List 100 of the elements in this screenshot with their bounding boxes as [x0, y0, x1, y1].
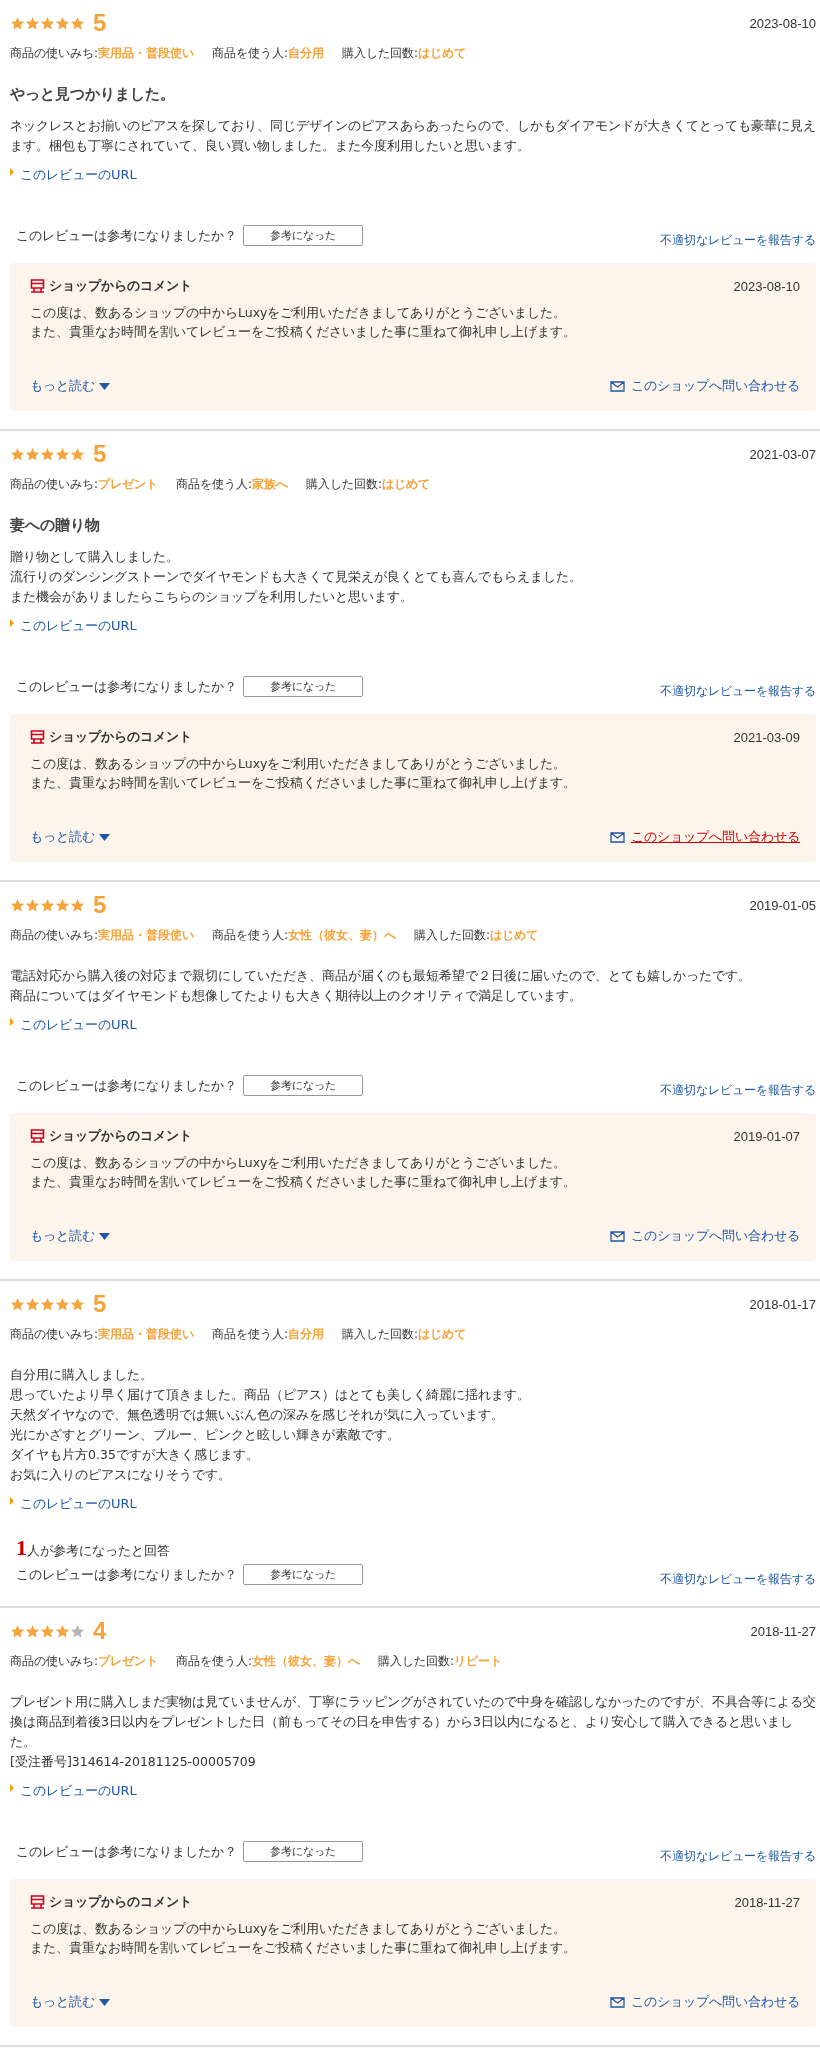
star-icon — [10, 446, 25, 462]
report-link[interactable]: 不適切なレビューを報告する — [660, 1848, 816, 1865]
review-text: 贈り物として購入しました。 — [10, 548, 180, 566]
rating-score: 4 — [93, 1617, 107, 1645]
review-attribute: 購入した回数:はじめて — [342, 45, 467, 62]
helpful-count-label: 人が参考になったと回答 — [27, 1543, 170, 1560]
review-text: [受注番号]314614-20181125-00005709 — [10, 1753, 257, 1771]
star-icon — [10, 897, 25, 913]
star-icon — [55, 1296, 70, 1312]
review-attribute: 購入した回数:リピート — [378, 1653, 503, 1670]
review-text: 自分用に購入しました。 — [10, 1366, 154, 1384]
review-attribute: 商品を使う人:女性（彼女、妻）へ — [212, 927, 397, 944]
caret-icon — [10, 619, 14, 627]
star-icon — [40, 1623, 55, 1639]
star-icon — [25, 15, 40, 31]
review-attribute: 商品の使いみち:プレゼント — [10, 476, 159, 493]
helpful-button[interactable]: 参考になった — [243, 225, 363, 246]
review-date: 2019-01-05 — [749, 897, 816, 913]
helpful-button[interactable]: 参考になった — [243, 1564, 363, 1585]
review-text: 天然ダイヤなので、無色透明では無いぶん色の深みを感じそれが気に入っています。 — [10, 1406, 505, 1424]
envelope-icon — [610, 1230, 625, 1242]
contact-shop-link[interactable]: このショップへ問い合わせる — [610, 1993, 800, 2011]
review-date: 2021-03-07 — [749, 446, 816, 462]
contact-shop-link[interactable]: このショップへ問い合わせる — [610, 828, 800, 846]
review-text: お気に入りのピアスになりそうです。 — [10, 1466, 232, 1484]
report-link[interactable]: 不適切なレビューを報告する — [660, 683, 816, 700]
shop-comment-date: 2021-03-09 — [733, 729, 800, 745]
read-more-link[interactable]: もっと読む — [30, 828, 110, 846]
caret-icon — [10, 1497, 14, 1505]
review-url-link[interactable]: このレビューのURL — [20, 1782, 137, 1800]
report-link[interactable]: 不適切なレビューを報告する — [660, 1571, 816, 1588]
star-icon — [10, 1296, 25, 1312]
shop-comment-heading: ショップからのコメント — [49, 1127, 192, 1145]
caret-icon — [10, 168, 14, 176]
report-link[interactable]: 不適切なレビューを報告する — [660, 1082, 816, 1099]
review-date: 2018-01-17 — [749, 1296, 816, 1312]
review-attribute: 購入した回数:はじめて — [342, 1326, 467, 1343]
contact-shop-link[interactable]: このショップへ問い合わせる — [610, 377, 800, 395]
review-attribute: 商品の使いみち:実用品・普段使い — [10, 45, 195, 62]
helpful-question: このレビューは参考になりましたか？ — [16, 1842, 237, 1861]
review-attribute: 商品を使う人:女性（彼女、妻）へ — [176, 1653, 361, 1670]
shop-comment-text: また、貴重なお時間を割いてレビューをご投稿くださいました事に重ねて御礼申し上げます。 — [30, 1939, 577, 1957]
contact-shop-link[interactable]: このショップへ問い合わせる — [610, 1227, 800, 1245]
review-attribute: 購入した回数:はじめて — [306, 476, 431, 493]
envelope-icon — [610, 380, 625, 392]
shop-comment-date: 2018-11-27 — [734, 1894, 800, 1910]
helpful-button[interactable]: 参考になった — [243, 1841, 363, 1862]
rating-score: 5 — [93, 891, 107, 919]
shop-comment-text: この度は、数あるショップの中からLuxyをご利用いただきましてありがとうございました。 — [30, 1920, 568, 1938]
shop-comment-heading: ショップからのコメント — [49, 1893, 192, 1911]
review-url-link[interactable]: このレビューのURL — [20, 1016, 137, 1034]
shop-comment-text: この度は、数あるショップの中からLuxyをご利用いただきましてありがとうございました。 — [30, 304, 568, 322]
review-attribute: 商品の使いみち:実用品・普段使い — [10, 1326, 195, 1343]
review-text: また機会がありましたらこちらのショップを利用したいと思います。 — [10, 588, 414, 606]
rating-score: 5 — [93, 9, 107, 37]
star-icon — [10, 15, 25, 31]
shop-comment-heading: ショップからのコメント — [49, 728, 192, 746]
review-title: やっと見つかりました。 — [10, 85, 176, 104]
shop-icon — [30, 730, 45, 744]
star-icon — [40, 897, 55, 913]
star-icon — [70, 15, 85, 31]
shop-comment-text: この度は、数あるショップの中からLuxyをご利用いただきましてありがとうございました。 — [30, 1154, 568, 1172]
helpful-button[interactable]: 参考になった — [243, 676, 363, 697]
star-icon — [25, 1623, 40, 1639]
review-url-link[interactable]: このレビューのURL — [20, 166, 137, 184]
helpful-question: このレビューは参考になりましたか？ — [16, 226, 237, 245]
review-text: プレゼント用に購入しまだ実物は見ていませんが、丁寧にラッピングがされていたので中身を確認しなかったのですが、不具合等による交換は商品到着後3日以内をプレゼントした日（前もってその日を申告する）から3日以内になると、より安心して購入できると思いました。 — [10, 1693, 816, 1751]
star-icon — [25, 897, 40, 913]
star-icon — [40, 1296, 55, 1312]
shop-icon — [30, 1129, 45, 1143]
star-icon — [70, 446, 85, 462]
review-text: 商品についてはダイヤモンドも想像してたよりも大きく期待以上のクオリティで満足しています。 — [10, 987, 583, 1005]
review-attribute: 購入した回数:はじめて — [414, 927, 539, 944]
rating-score: 5 — [93, 440, 107, 468]
review-text: 流行りのダンシングストーンでダイヤモンドも大きくて見栄えが良くとても喜んでもらえました。 — [10, 568, 583, 586]
envelope-icon — [610, 831, 625, 843]
read-more-link[interactable]: もっと読む — [30, 1227, 110, 1245]
star-icon — [25, 1296, 40, 1312]
star-icon — [10, 1623, 25, 1639]
shop-comment-heading: ショップからのコメント — [49, 277, 192, 295]
helpful-question: このレビューは参考になりましたか？ — [16, 1565, 237, 1584]
caret-down-icon — [99, 1232, 110, 1240]
helpful-count: 1 — [16, 1535, 27, 1561]
shop-comment-text: また、貴重なお時間を割いてレビューをご投稿くださいました事に重ねて御礼申し上げます。 — [30, 1173, 577, 1191]
read-more-link[interactable]: もっと読む — [30, 377, 110, 395]
shop-comment-text: また、貴重なお時間を割いてレビューをご投稿くださいました事に重ねて御礼申し上げます。 — [30, 323, 577, 341]
review-attribute: 商品の使いみち:実用品・普段使い — [10, 927, 195, 944]
caret-icon — [10, 1018, 14, 1026]
report-link[interactable]: 不適切なレビューを報告する — [660, 232, 816, 249]
caret-down-icon — [99, 833, 110, 841]
helpful-button[interactable]: 参考になった — [243, 1075, 363, 1096]
review-url-link[interactable]: このレビューのURL — [20, 1495, 137, 1513]
read-more-link[interactable]: もっと読む — [30, 1993, 110, 2011]
shop-comment-date: 2019-01-07 — [733, 1128, 800, 1144]
caret-down-icon — [99, 382, 110, 390]
star-icon — [55, 15, 70, 31]
review-url-link[interactable]: このレビューのURL — [20, 617, 137, 635]
star-icon — [70, 897, 85, 913]
review-date: 2023-08-10 — [749, 15, 816, 31]
shop-icon — [30, 1895, 45, 1909]
